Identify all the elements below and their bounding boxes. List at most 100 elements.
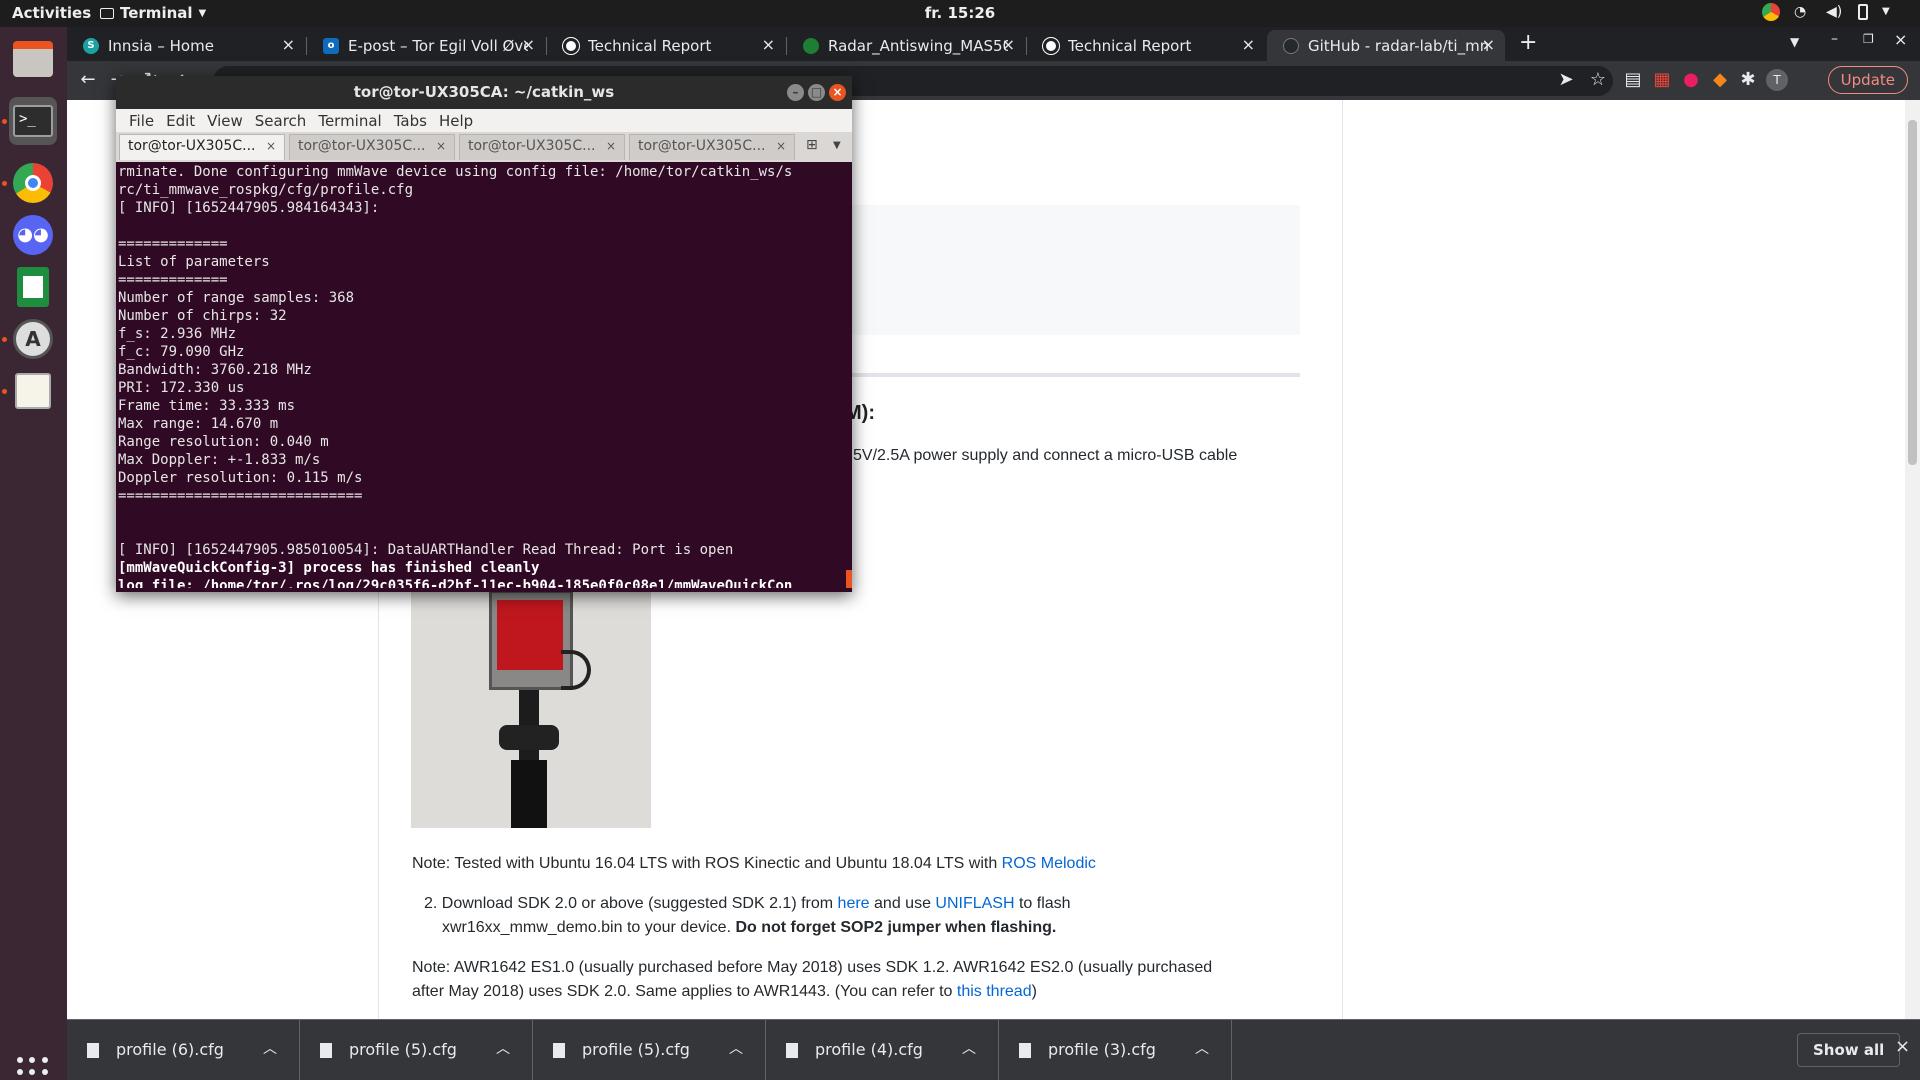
this-thread-link[interactable]: this thread [957,983,1032,1000]
terminal-tab[interactable]: tor@tor-UX305C... × [629,134,795,160]
scrollbar-thumb[interactable] [1908,120,1917,465]
close-icon[interactable]: × [1895,1036,1910,1057]
page-scrollbar[interactable] [1905,100,1920,1019]
clock[interactable]: fr. 15:26 [0,4,1920,22]
close-icon[interactable]: × [606,139,616,153]
chevron-up-icon[interactable]: ︿ [263,1038,277,1058]
volume-icon[interactable]: ◀) [1826,3,1844,21]
send-icon[interactable]: ➤ [1555,69,1577,91]
browser-tab-active[interactable]: GitHub - radar-lab/ti_mmw × [1267,30,1505,61]
download-item[interactable]: profile (5).cfg ︿ [533,1020,766,1080]
bookmark-star-icon[interactable]: ☆ [1587,69,1609,91]
minimize-icon[interactable]: – [787,84,804,101]
terminal-window[interactable]: tor@tor-UX305CA: ~/catkin_ws – □ × File … [116,76,852,592]
step-2-line-1: 2. Download SDK 2.0 or above (suggested … [424,892,1071,916]
close-window-icon[interactable]: × [1894,30,1907,49]
download-filename: profile (5).cfg [349,1040,457,1059]
close-icon[interactable]: × [829,84,846,101]
download-shelf: profile (6).cfg ︿ profile (5).cfg ︿ prof… [67,1019,1920,1080]
extensions-puzzle-icon[interactable]: ✱ [1737,69,1759,91]
minimize-icon[interactable]: – [1831,31,1838,47]
browser-tab[interactable]: o E-post – Tor Egil Voll Øver × [307,30,545,61]
close-icon[interactable]: × [1482,35,1495,54]
note-text: ) [1031,983,1037,1000]
ros-melodic-link[interactable]: ROS Melodic [1002,855,1096,872]
terminal-output[interactable]: rminate. Done configuring mmWave device … [118,163,848,588]
terminal-tab[interactable]: tor@tor-UX305C... × [459,134,625,160]
step-2-line-2: xwr16xx_mmw_demo.bin to your device. Do … [442,916,1056,940]
close-icon[interactable]: × [776,139,786,153]
new-tab-icon[interactable]: + [1519,30,1537,55]
step-text: to flash [1014,895,1071,912]
download-item[interactable]: profile (3).cfg ︿ [999,1020,1232,1080]
power-menu-icon[interactable]: ▼ [1882,3,1900,21]
close-icon[interactable]: × [1002,35,1015,54]
browser-tab[interactable]: Technical Report × [1027,30,1265,61]
tab-title: Radar_Antiswing_MAS50 [828,36,1008,55]
chrome-indicator-icon[interactable] [1762,3,1780,21]
outlook-favicon-icon: o [323,37,339,54]
download-item[interactable]: profile (4).cfg ︿ [766,1020,999,1080]
chrome-dock-icon[interactable] [9,159,57,207]
browser-tab[interactable]: Technical Report × [547,30,785,61]
software-updater-icon[interactable]: A [9,315,57,363]
scrollbar-thumb[interactable] [846,570,852,588]
close-icon[interactable]: × [266,139,276,153]
close-icon[interactable]: × [522,35,535,54]
chevron-up-icon[interactable]: ︿ [1195,1038,1209,1058]
show-all-button[interactable]: Show all [1797,1033,1901,1067]
menu-help[interactable]: Help [433,109,479,132]
terminal-line: Number of range samples: 368 [118,290,355,306]
download-item[interactable]: profile (5).cfg ︿ [300,1020,533,1080]
battery-icon[interactable] [1858,4,1868,20]
menu-tabs[interactable]: Tabs [388,109,433,132]
sdk-here-link[interactable]: here [838,895,870,912]
close-icon[interactable]: × [282,35,295,54]
tab-search-icon[interactable]: ▼ [1790,35,1799,49]
tabs-menu-icon[interactable]: ▼ [833,140,841,151]
spreadsheet-dock-icon[interactable] [9,263,57,311]
uniflash-link[interactable]: UNIFLASH [935,895,1014,912]
wifi-icon[interactable]: ◔ [1794,3,1812,21]
menu-search[interactable]: Search [249,109,313,132]
files-app-icon[interactable] [9,35,57,83]
new-tab-icon[interactable]: ⊞ [806,137,818,153]
document-extension-icon[interactable]: ▤ [1622,69,1644,91]
download-item[interactable]: profile (6).cfg ︿ [67,1020,300,1080]
calendar-extension-icon[interactable]: ▦ [1651,69,1673,91]
terminal-titlebar[interactable]: tor@tor-UX305CA: ~/catkin_ws – □ × [116,76,852,109]
activities-button[interactable]: Activities [12,4,91,22]
menu-edit[interactable]: Edit [160,109,201,132]
metamask-extension-icon[interactable]: ◆ [1709,69,1731,91]
text-editor-dock-icon[interactable] [9,367,57,415]
chevron-up-icon[interactable]: ︿ [729,1038,743,1058]
menu-terminal[interactable]: Terminal [312,109,387,132]
close-icon[interactable]: × [436,139,446,153]
close-icon[interactable]: × [1242,35,1255,54]
app-menu[interactable]: Terminal ▼ [100,4,206,22]
chevron-up-icon[interactable]: ︿ [496,1038,510,1058]
show-applications-icon[interactable] [17,1057,49,1080]
browser-tab[interactable]: Radar_Antiswing_MAS50 × [787,30,1025,61]
terminal-line: Bandwidth: 3760.218 MHz [118,362,312,378]
close-icon[interactable]: × [762,35,775,54]
maximize-icon[interactable]: □ [808,84,825,101]
terminal-line: rminate. Done configuring mmWave device … [118,164,793,180]
browser-tab[interactable]: S Innsia – Home × [67,30,305,61]
running-indicator [2,181,7,186]
microphone-extension-icon[interactable]: ● [1680,69,1702,91]
menu-file[interactable]: File [123,109,160,132]
chevron-up-icon[interactable]: ︿ [962,1038,976,1058]
terminal-dock-icon[interactable]: >_ [9,97,57,145]
terminal-tab[interactable]: tor@tor-UX305C... × [289,134,455,160]
menu-view[interactable]: View [201,109,249,132]
terminal-tab[interactable]: tor@tor-UX305C... × [119,134,285,160]
terminal-scrollbar[interactable] [846,163,852,588]
profile-avatar[interactable]: T [1766,69,1788,91]
file-icon [1019,1043,1031,1058]
system-tray[interactable]: ◔ ◀) ▼ [1762,3,1900,21]
maximize-icon[interactable]: ❐ [1863,32,1874,46]
back-arrow-icon[interactable]: ← [77,69,99,91]
update-button[interactable]: Update [1827,66,1908,94]
discord-dock-icon[interactable]: ◕◕ [9,211,57,259]
